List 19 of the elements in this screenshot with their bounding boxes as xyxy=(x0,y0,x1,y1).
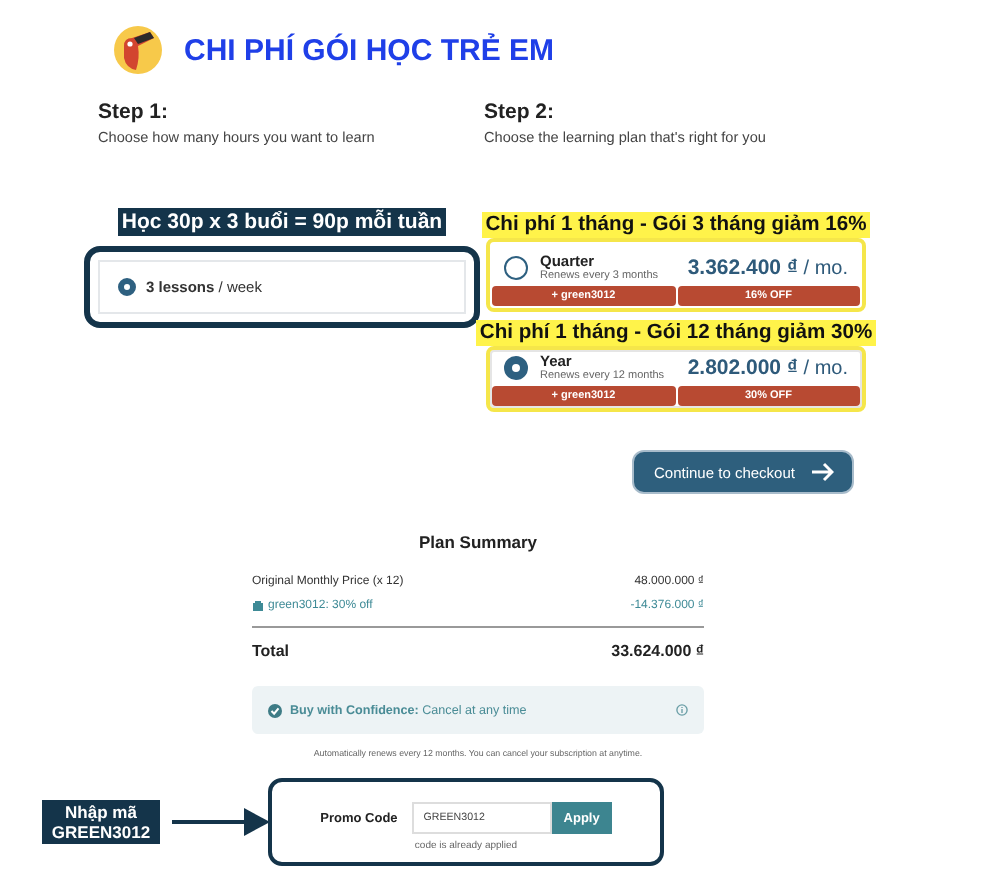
plan-price: 2.802.000 ₫ / mo. xyxy=(687,355,848,379)
radio-button[interactable] xyxy=(504,355,528,379)
annotation-label: Chi phí 1 tháng - Gói 3 tháng giảm 16% xyxy=(481,212,871,238)
page-title: CHI PHÍ GÓI HỌC TRẺ EM xyxy=(184,33,555,67)
total-label: Total xyxy=(252,641,290,659)
annotation-label: Chi phí 1 tháng - Gói 12 tháng giảm 30% xyxy=(475,320,877,346)
summary-title: Plan Summary xyxy=(416,532,540,552)
step-title: Step 1: xyxy=(98,100,171,124)
plan-price: 3.362.400 ₫ / mo. xyxy=(687,255,848,279)
radio-button[interactable] xyxy=(504,255,528,279)
annotation-label: Nhập mã GREEN3012 xyxy=(42,799,160,845)
radio-button[interactable] xyxy=(118,278,136,296)
arrow-right-icon xyxy=(810,462,835,482)
total-value: 33.624.000 ₫ xyxy=(611,641,704,659)
check-circle-icon xyxy=(268,703,282,717)
tag-icon xyxy=(252,600,264,612)
annotation-label: Học 30p x 3 buổi = 90p mỗi tuần xyxy=(117,208,447,236)
step-title: Step 2: xyxy=(484,100,557,124)
bird-logo-icon xyxy=(114,26,162,74)
